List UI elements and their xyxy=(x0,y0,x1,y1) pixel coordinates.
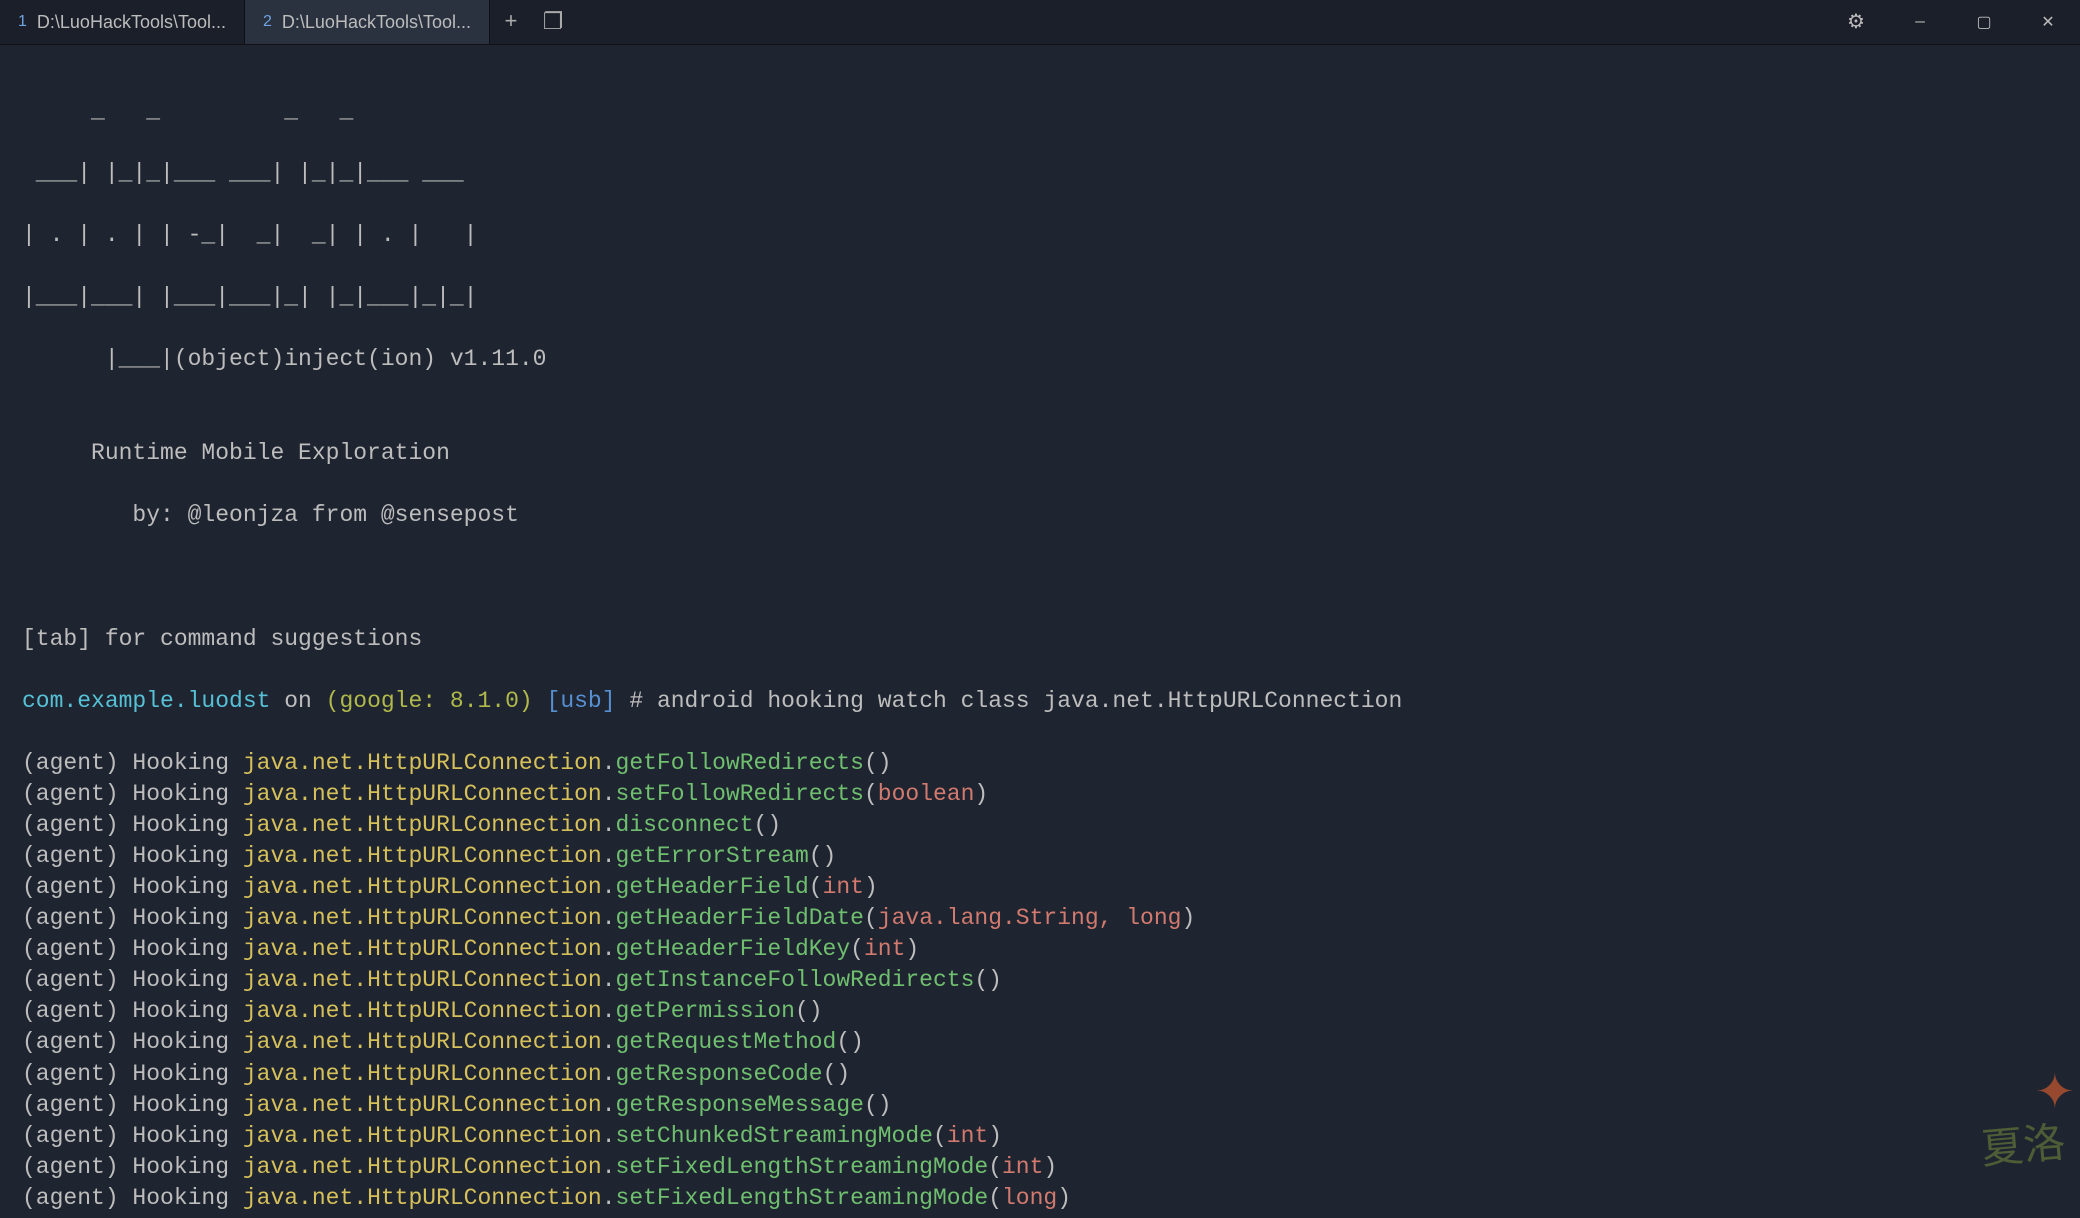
hook-method: setFixedLengthStreamingMode xyxy=(616,1185,989,1211)
hook-line: (agent) Hooking java.net.HttpURLConnecti… xyxy=(22,1027,2058,1058)
prompt-package: com.example.luodst xyxy=(22,688,270,714)
terminal-output[interactable]: _ _ _ _ ___| |_|_|___ ___| |_|_|___ ___ … xyxy=(0,45,2080,1218)
hook-args: int xyxy=(823,874,864,900)
banner-line: by: @leonjza from @sensepost xyxy=(22,500,2058,531)
hook-method: getErrorStream xyxy=(616,843,809,869)
hook-method: setFixedLengthStreamingMode xyxy=(616,1154,989,1180)
tab-hint: [tab] for command suggestions xyxy=(22,624,2058,655)
hook-method: disconnect xyxy=(616,812,754,838)
hook-args: int xyxy=(947,1123,988,1149)
hook-method: getResponseCode xyxy=(616,1061,823,1087)
hook-line: (agent) Hooking java.net.HttpURLConnecti… xyxy=(22,1214,2058,1218)
hook-line: (agent) Hooking java.net.HttpURLConnecti… xyxy=(22,965,2058,996)
window-controls: ⚙ — ▢ ✕ xyxy=(1824,0,2080,44)
maximize-button[interactable]: ▢ xyxy=(1952,0,2016,44)
hook-method: getHeaderField xyxy=(616,874,809,900)
banner-line: _ _ _ _ xyxy=(22,96,2058,127)
hook-line: (agent) Hooking java.net.HttpURLConnecti… xyxy=(22,1183,2058,1214)
hook-line: (agent) Hooking java.net.HttpURLConnecti… xyxy=(22,934,2058,965)
hook-args: long xyxy=(1002,1185,1057,1211)
hook-line: (agent) Hooking java.net.HttpURLConnecti… xyxy=(22,1152,2058,1183)
banner-line: ___| |_|_|___ ___| |_|_|___ ___ xyxy=(22,158,2058,189)
hook-method: getHeaderFieldKey xyxy=(616,936,851,962)
prompt-device: (google: 8.1.0) xyxy=(326,688,533,714)
minimize-button[interactable]: — xyxy=(1888,0,1952,44)
hook-args: int xyxy=(1002,1154,1043,1180)
tab-1[interactable]: 1 D:\LuoHackTools\Tool... xyxy=(0,0,245,44)
titlebar: 1 D:\LuoHackTools\Tool... 2 D:\LuoHackTo… xyxy=(0,0,2080,45)
prompt-command: android hooking watch class java.net.Htt… xyxy=(657,688,1402,714)
tab-overview-icon[interactable]: ❐ xyxy=(532,0,574,44)
banner-line: Runtime Mobile Exploration xyxy=(22,438,2058,469)
hook-args: java.lang.String, long xyxy=(878,905,1182,931)
tab-index: 1 xyxy=(18,13,27,31)
hook-method: setChunkedStreamingMode xyxy=(616,1123,933,1149)
banner-line: |___|___| |___|___|_| |_|___|_|_| xyxy=(22,282,2058,313)
hook-method: setFollowRedirects xyxy=(616,781,864,807)
hook-method: getRequestMethod xyxy=(616,1029,837,1055)
prompt-usb: [usb] xyxy=(533,688,630,714)
hook-line: (agent) Hooking java.net.HttpURLConnecti… xyxy=(22,903,2058,934)
hook-line: (agent) Hooking java.net.HttpURLConnecti… xyxy=(22,810,2058,841)
tab-strip: 1 D:\LuoHackTools\Tool... 2 D:\LuoHackTo… xyxy=(0,0,574,44)
hook-method: getFollowRedirects xyxy=(616,750,864,776)
hook-line: (agent) Hooking java.net.HttpURLConnecti… xyxy=(22,1121,2058,1152)
hook-method: getResponseMessage xyxy=(616,1092,864,1118)
hook-line: (agent) Hooking java.net.HttpURLConnecti… xyxy=(22,748,2058,779)
hook-line: (agent) Hooking java.net.HttpURLConnecti… xyxy=(22,872,2058,903)
hook-line: (agent) Hooking java.net.HttpURLConnecti… xyxy=(22,1090,2058,1121)
hook-method: getInstanceFollowRedirects xyxy=(616,967,975,993)
hook-line: (agent) Hooking java.net.HttpURLConnecti… xyxy=(22,996,2058,1027)
hook-args: boolean xyxy=(878,781,975,807)
hook-line: (agent) Hooking java.net.HttpURLConnecti… xyxy=(22,779,2058,810)
tab-2[interactable]: 2 D:\LuoHackTools\Tool... xyxy=(245,0,490,44)
settings-icon[interactable]: ⚙ xyxy=(1824,0,1888,44)
hook-method: getPermission xyxy=(616,998,795,1024)
tab-label: D:\LuoHackTools\Tool... xyxy=(37,12,226,33)
hook-line: (agent) Hooking java.net.HttpURLConnecti… xyxy=(22,1059,2058,1090)
close-button[interactable]: ✕ xyxy=(2016,0,2080,44)
banner-line: | . | . | | -_| _| _| | . | | xyxy=(22,220,2058,251)
tab-index: 2 xyxy=(263,13,272,31)
hook-args: int xyxy=(864,936,905,962)
hook-line: (agent) Hooking java.net.HttpURLConnecti… xyxy=(22,841,2058,872)
hook-method: getHeaderFieldDate xyxy=(616,905,864,931)
new-tab-button[interactable]: + xyxy=(490,0,532,44)
prompt-line: com.example.luodst on (google: 8.1.0) [u… xyxy=(22,686,2058,717)
banner-line: |___|(object)inject(ion) v1.11.0 xyxy=(22,344,2058,375)
tab-label: D:\LuoHackTools\Tool... xyxy=(282,12,471,33)
